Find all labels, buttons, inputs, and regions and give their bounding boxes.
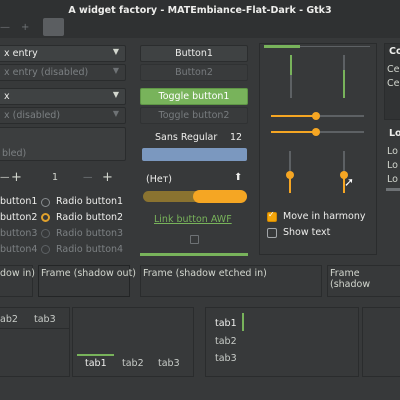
right-item-4: Lo <box>387 160 398 171</box>
check-button-4: button4 <box>0 244 38 255</box>
tab-bottom-3[interactable]: tab3 <box>158 358 180 369</box>
check-button-1[interactable]: button1 <box>0 196 37 207</box>
tab-top-3[interactable]: tab3 <box>34 314 56 325</box>
show-text-label[interactable]: Show text <box>283 227 330 238</box>
combo-box[interactable]: x ▼ <box>0 88 126 105</box>
radio-button-2[interactable]: Radio button2 <box>56 212 123 223</box>
combo-label: x <box>4 91 10 102</box>
upload-icon[interactable]: ⬆ <box>234 172 242 183</box>
switch-knob[interactable] <box>193 190 247 203</box>
radio-button-3: Radio button3 <box>56 228 124 239</box>
check-button-2[interactable]: button2 <box>0 212 37 223</box>
dropdown-arrow-icon: ▼ <box>112 109 119 118</box>
color-button[interactable] <box>142 148 247 161</box>
scale-fill-top <box>264 45 300 48</box>
spin2-minus-button[interactable]: — <box>83 172 93 183</box>
combo-entry-disabled-label: x entry (disabled) <box>4 67 89 78</box>
link-button[interactable]: Link button AWF <box>154 214 232 225</box>
right-item-1: Ce <box>387 64 400 75</box>
right-item-3: Lo <box>387 146 398 157</box>
frame-shadow-in-label: dow in) <box>0 268 35 279</box>
tab-left-1[interactable]: tab1 <box>215 318 237 329</box>
notebook-top-divider <box>0 328 70 329</box>
radio-button-1[interactable]: Radio button1 <box>56 196 123 207</box>
button-2: Button2 <box>140 64 248 81</box>
spin-plus-button[interactable]: + <box>11 170 23 185</box>
vscale-fill-2[interactable] <box>343 70 345 98</box>
minimize-button[interactable]: — <box>0 22 14 33</box>
tab-bottom-1[interactable]: tab1 <box>85 358 107 369</box>
right-item-2: Ce <box>387 78 400 89</box>
radio-indicator-4 <box>41 245 50 254</box>
file-chooser-label[interactable]: (Нет) <box>146 174 172 185</box>
show-text-checkbox[interactable] <box>267 228 277 238</box>
radio-button-4: Radio button4 <box>56 244 124 255</box>
notebook-right-partial <box>362 307 400 377</box>
tab-left-3[interactable]: tab3 <box>215 353 237 364</box>
right-header-2: Lo <box>389 128 400 139</box>
button-1[interactable]: Button1 <box>140 45 248 62</box>
spin2-plus-button[interactable]: + <box>102 170 113 185</box>
dropdown-arrow-icon: ▼ <box>112 66 119 75</box>
font-button-label[interactable]: Sans Regular <box>155 132 217 143</box>
radio-indicator-3 <box>41 229 50 238</box>
disabled-entry-label: bled) <box>2 148 27 159</box>
right-scrollbar[interactable] <box>386 188 400 191</box>
vscale-fill-1[interactable] <box>290 55 292 75</box>
combo-entry-disabled: x entry (disabled) ▼ <box>0 64 126 81</box>
combo-disabled-label: x (disabled) <box>4 110 61 121</box>
frame-shadow-partial-label: Frame (shadow <box>330 268 371 290</box>
mouse-cursor-icon: ➚ <box>344 175 355 189</box>
toggle-button-2: Toggle button2 <box>140 107 248 124</box>
sliders-panel <box>259 43 377 255</box>
window-title: A widget factory - MATEmbiance-Flat-Dark… <box>68 5 332 16</box>
green-bar <box>140 253 248 256</box>
radio-indicator-1[interactable] <box>41 198 50 207</box>
combo-entry[interactable]: x entry ▼ <box>0 45 126 62</box>
vscale-handle-3[interactable] <box>286 171 294 179</box>
hscale-fill-2 <box>271 131 316 133</box>
right-item-5: Lo <box>387 174 398 185</box>
hscale-handle-2[interactable] <box>312 128 320 136</box>
combo-box-disabled: x (disabled) ▼ <box>0 107 126 124</box>
frame-shadow-out-label: Frame (shadow out) <box>41 268 137 279</box>
disabled-entry: bled) <box>0 127 126 161</box>
toggle-button-1[interactable]: Toggle button1 <box>140 88 248 105</box>
spin-value[interactable]: 1 <box>52 172 58 183</box>
combo-entry-label: x entry <box>4 48 38 59</box>
font-size-label: 12 <box>230 132 243 143</box>
window-icon-button[interactable] <box>43 18 64 36</box>
dropdown-arrow-icon: ▼ <box>112 90 119 99</box>
radio-indicator-2[interactable] <box>41 213 50 222</box>
frame-shadow-etched-in-label: Frame (shadow etched in) <box>143 268 267 279</box>
right-header: Co <box>389 46 400 57</box>
small-checkbox[interactable] <box>190 235 199 244</box>
scale-track-top <box>300 46 370 47</box>
check-icon: ✓ <box>268 210 275 219</box>
check-button-3: button3 <box>0 228 38 239</box>
hscale-handle-1[interactable] <box>312 112 320 120</box>
tab-bottom-2[interactable]: tab2 <box>122 358 144 369</box>
tab-left-indicator <box>242 313 244 331</box>
dropdown-arrow-icon: ▼ <box>112 47 119 56</box>
tab-left-2[interactable]: tab2 <box>215 336 237 347</box>
hscale-fill-1 <box>271 115 316 117</box>
move-in-harmony-label[interactable]: Move in harmony <box>283 211 365 222</box>
maximize-button[interactable]: + <box>21 22 35 33</box>
tab-top-2[interactable]: ab2 <box>0 314 18 325</box>
tab-bottom-indicator <box>77 354 114 356</box>
